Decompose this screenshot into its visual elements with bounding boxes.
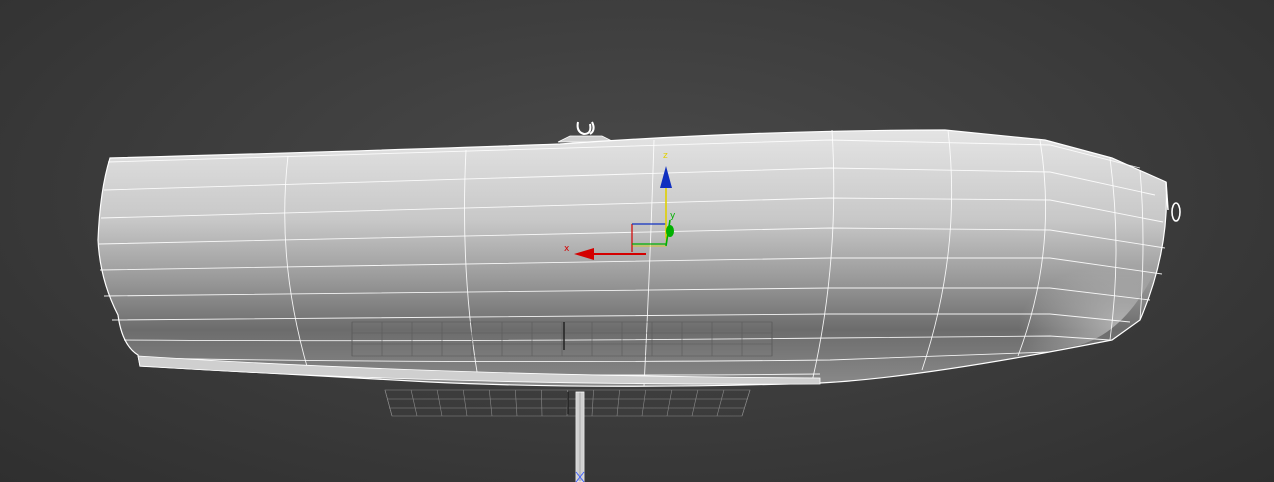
3d-viewport[interactable]: x y z <box>0 0 1274 482</box>
support-pole[interactable] <box>575 391 585 482</box>
gizmo-x-label: x <box>564 244 570 254</box>
gizmo-y-label: y <box>670 211 676 221</box>
hull-mesh[interactable] <box>97 129 1168 387</box>
gizmo-z-label: z <box>663 151 668 161</box>
viewport-canvas[interactable]: x y z <box>0 0 1274 482</box>
deck-fitting[interactable] <box>557 121 615 143</box>
bow-ring[interactable] <box>1165 181 1181 222</box>
